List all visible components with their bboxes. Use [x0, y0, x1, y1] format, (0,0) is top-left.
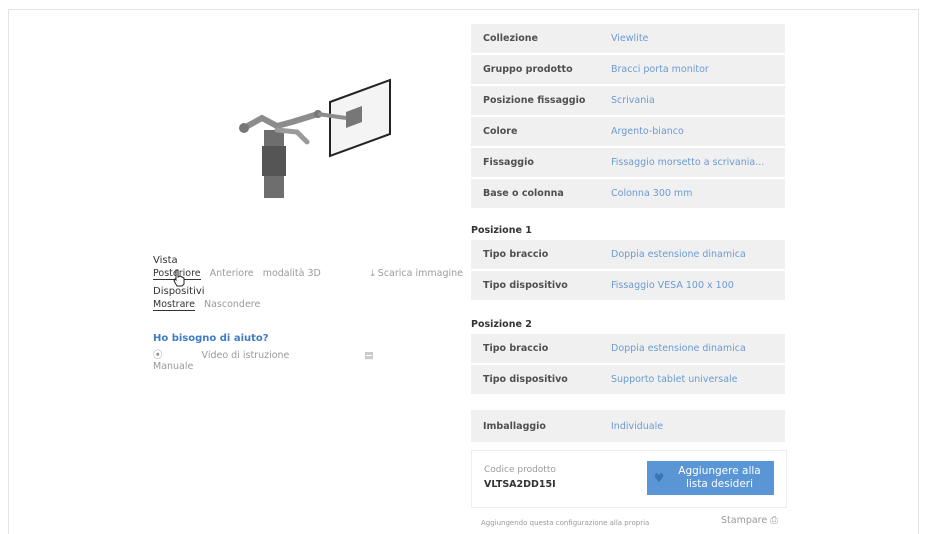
position-row[interactable]: Tipo dispositivo Supporto tablet universa… [471, 365, 785, 394]
left-border [8, 9, 9, 534]
video-instructions-link[interactable]: ⦿ Video di istruzione [153, 350, 325, 361]
spec-key: Colore [483, 126, 518, 137]
top-divider [8, 9, 919, 10]
spec-key: Tipo dispositivo [483, 374, 568, 385]
position-2-title: Posizione 2 [471, 319, 532, 330]
specs-table: Collezione Viewlite Gruppo prodotto Bracci… [471, 24, 785, 444]
spec-key: Collezione [483, 33, 538, 44]
spec-key: Posizione fissaggio [483, 95, 586, 106]
devices-option-show[interactable]: Mostrare [153, 299, 195, 311]
spec-row[interactable]: Gruppo prodotto Bracci porta monitor [471, 55, 785, 84]
help-links: ⦿ Video di istruzione ▤ Manuale [153, 347, 463, 372]
spec-value: Viewlite [611, 33, 649, 44]
manual-label: Manuale [153, 361, 194, 372]
devices-options: Mostrare Nascondere [153, 299, 463, 313]
spec-row[interactable]: Posizione fissaggio Scrivania [471, 86, 785, 115]
help-title[interactable]: Ho bisogno di aiuto? [153, 333, 463, 344]
view-label: Vista [153, 255, 178, 266]
position-row[interactable]: Tipo braccio Doppia estensione dinamica [471, 240, 785, 269]
spec-value: Argento-bianco [611, 126, 684, 137]
print-label: Stampare [721, 515, 768, 526]
add-to-wishlist-button[interactable]: ♥ Aggiungere alla lista desideri [647, 461, 774, 495]
product-code-label: Codice prodotto [484, 465, 556, 475]
spec-row[interactable]: Collezione Viewlite [471, 24, 785, 53]
product-code-box: Codice prodotto VLTSA2DD15I ♥ Aggiungere… [471, 450, 787, 508]
spec-value: Fissaggio VESA 100 x 100 [611, 280, 734, 291]
view-option-anteriore[interactable]: Anteriore [210, 268, 254, 279]
spec-row[interactable]: Base o colonna Colonna 300 mm [471, 179, 785, 208]
wishlist-line-1: Aggiungere alla [678, 465, 761, 477]
wishlist-button-label: Aggiungere alla lista desideri [671, 465, 774, 491]
spec-key: Gruppo prodotto [483, 64, 573, 75]
spec-key: Tipo dispositivo [483, 280, 568, 291]
heart-icon: ♥ [653, 470, 665, 485]
wishlist-note: Aggiungendo questa configurazione alla p… [481, 519, 650, 527]
spec-row[interactable]: Colore Argento-bianco [471, 117, 785, 146]
spec-value: Fissaggio morsetto a scrivania... [611, 157, 765, 168]
devices-label: Dispositivi [153, 286, 205, 297]
spec-value: Doppia estensione dinamica [611, 343, 746, 354]
spec-key: Tipo braccio [483, 249, 549, 260]
download-label: Scarica immagine [377, 268, 463, 279]
clamp-block [262, 146, 286, 176]
position-1-title: Posizione 1 [471, 225, 532, 236]
spec-value: Supporto tablet universale [611, 374, 738, 385]
document-icon: ▤ [364, 350, 374, 361]
spec-value: Colonna 300 mm [611, 188, 693, 199]
view-options-panel: Vista Posteriore Anteriore modalità 3D ⤓… [153, 255, 463, 372]
video-label: Video di istruzione [201, 350, 290, 361]
hand-cursor-icon [173, 269, 185, 287]
printer-icon: ⎙ [770, 515, 778, 526]
spec-key: Fissaggio [483, 157, 534, 168]
product-image [239, 78, 391, 198]
download-icon: ⤓ [370, 268, 378, 279]
packaging-row[interactable]: Imballaggio Individuale [471, 410, 785, 442]
spec-value: Individuale [611, 420, 664, 432]
tablet-holder-joint [239, 123, 249, 133]
download-image-link[interactable]: ⤓ Scarica immagine [371, 268, 463, 279]
devices-option-hide[interactable]: Nascondere [204, 299, 260, 310]
view-option-3d[interactable]: modalità 3D [263, 268, 321, 279]
spec-key: Imballaggio [483, 420, 546, 432]
right-border [918, 9, 919, 534]
product-code-value: VLTSA2DD15I [484, 479, 556, 490]
view-options: Posteriore Anteriore modalità 3D ⤓ Scari… [153, 268, 463, 282]
wishlist-line-2: lista desideri [685, 478, 754, 490]
arm-segment-1 [241, 111, 321, 131]
position-row[interactable]: Tipo dispositivo Fissaggio VESA 100 x 100 [471, 271, 785, 300]
spec-row[interactable]: Fissaggio Fissaggio morsetto a scrivania.… [471, 148, 785, 177]
spec-value: Bracci porta monitor [611, 64, 709, 75]
position-row[interactable]: Tipo braccio Doppia estensione dinamica [471, 334, 785, 363]
spec-value: Scrivania [611, 95, 655, 106]
spec-value: Doppia estensione dinamica [611, 249, 746, 260]
spec-key: Tipo braccio [483, 343, 549, 354]
spec-key: Base o colonna [483, 188, 564, 199]
print-link[interactable]: Stampare ⎙ [721, 515, 778, 526]
play-icon: ⦿ [153, 350, 166, 361]
